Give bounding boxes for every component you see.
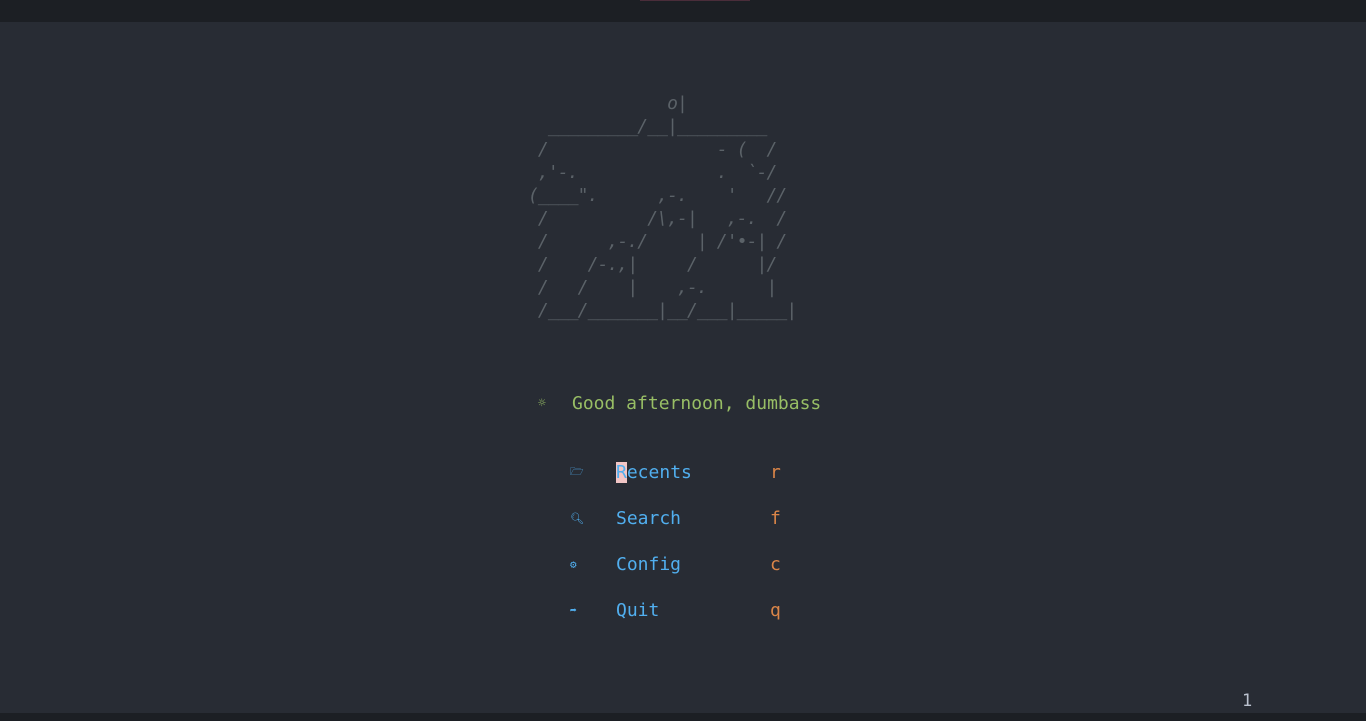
ascii-banner: o| _________/__|_________ / - ( / ,'-. .…: [528, 93, 797, 321]
cursor: R: [616, 461, 627, 483]
menu-key-config: c: [770, 553, 781, 575]
folder-open-icon: 🗁: [570, 464, 584, 478]
dashboard-menu: 🗁 Recents r 🔍︎ Search f ⚙ Config c ➦ Qui…: [570, 460, 781, 644]
bottom-bar: [0, 713, 1366, 721]
greeting-text: Good afternoon, dumbass: [572, 392, 822, 414]
menu-item-config[interactable]: ⚙ Config c: [570, 552, 781, 576]
menu-label-recents: Recents: [616, 461, 692, 483]
menu-label-quit: Quit: [616, 599, 660, 621]
top-bar: [0, 0, 1366, 22]
line-number: 1: [1242, 691, 1253, 711]
greeting: ☼ Good afternoon, dumbass: [538, 391, 821, 415]
gear-icon: ⚙: [570, 557, 577, 571]
tab-indicator: [640, 0, 750, 1]
menu-item-quit[interactable]: ➦ Quit q: [570, 598, 781, 622]
quit-icon: ➦: [570, 603, 577, 617]
sun-icon: ☼: [538, 395, 546, 411]
menu-item-recents[interactable]: 🗁 Recents r: [570, 460, 781, 484]
menu-label-search: Search: [616, 507, 682, 529]
menu-item-search[interactable]: 🔍︎ Search f: [570, 506, 781, 530]
menu-key-recents: r: [770, 461, 781, 483]
menu-key-search: f: [770, 507, 781, 529]
menu-label-config: Config: [616, 553, 682, 575]
menu-key-quit: q: [770, 599, 781, 621]
search-icon: 🔍︎: [570, 511, 584, 525]
